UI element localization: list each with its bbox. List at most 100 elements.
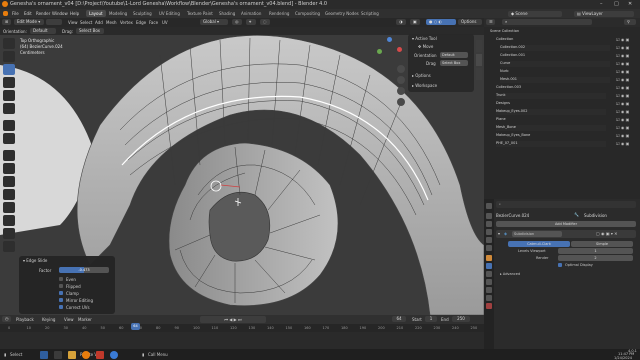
outliner-visibility-icons[interactable]: ☑ ◉ ▣: [616, 117, 629, 122]
sidebar-tab-view[interactable]: [476, 68, 482, 80]
viewport-menu-face[interactable]: Face: [149, 20, 158, 25]
catmull-clark-button[interactable]: Catmull-Clark: [508, 241, 570, 247]
tab-output-icon[interactable]: [486, 221, 492, 227]
taskbar-search-icon[interactable]: [54, 351, 62, 359]
outliner-item[interactable]: Collection.003: [496, 85, 606, 91]
optimal-display-checkbox[interactable]: [558, 263, 562, 267]
outliner-item[interactable]: Mesh_Bone: [496, 125, 606, 131]
tool-knife-icon[interactable]: [3, 202, 15, 213]
outliner-item[interactable]: Nurb: [500, 69, 610, 75]
tab-view-layer-icon[interactable]: [486, 229, 492, 235]
outliner-item[interactable]: PHE_07_001: [496, 141, 606, 147]
current-frame-field[interactable]: 64: [392, 316, 406, 322]
viewport-menu-vertex[interactable]: Vertex: [120, 20, 133, 25]
gizmo-x-axis-icon[interactable]: [397, 47, 402, 52]
tool-measure-icon[interactable]: [3, 133, 15, 144]
flipped-checkbox[interactable]: [59, 284, 63, 288]
workspace-tab-rendering[interactable]: Rendering: [266, 10, 292, 17]
render-levels-field[interactable]: 2: [558, 255, 633, 261]
outliner-visibility-icons[interactable]: ☑ ◉ ▣: [616, 69, 629, 74]
zoom-icon[interactable]: [397, 65, 405, 73]
outliner-visibility-icons[interactable]: ☑ ◉ ▣: [616, 61, 629, 66]
timeline-menu-view[interactable]: View: [64, 317, 74, 322]
shading-solid-icon[interactable]: ● ○ ◐: [426, 19, 456, 25]
viewport-menu-view[interactable]: View: [68, 20, 78, 25]
workspace-tab-scripting[interactable]: Scripting: [358, 10, 382, 17]
outliner-item[interactable]: Makeup_Eyes.002: [496, 109, 606, 115]
tool-spin-icon[interactable]: [3, 228, 15, 239]
tool-poly-build-icon[interactable]: [3, 215, 15, 226]
outliner-item[interactable]: Collection.002: [500, 45, 610, 51]
workspace-tab-sculpting[interactable]: Sculpting: [130, 10, 155, 17]
tab-particles-icon[interactable]: [486, 271, 492, 277]
viewport-menu-add[interactable]: Add: [95, 20, 103, 25]
transform-orientation[interactable]: Global ▾: [200, 19, 228, 25]
outliner-item[interactable]: Mesh.001: [500, 77, 610, 83]
tab-object-icon[interactable]: [486, 255, 492, 261]
outliner-filter-icon[interactable]: ⚲: [624, 19, 636, 25]
outliner-search-input[interactable]: ⌕: [502, 19, 592, 25]
modifier-header[interactable]: ▾ ◈ Subdivision ▢ ◉ ▣ ▾ ✕: [496, 230, 636, 238]
sidebar-tab-tool[interactable]: [476, 54, 482, 66]
playback-controls[interactable]: ⏮ ◀ ▶ ⏭: [200, 316, 266, 323]
tool-annotate-icon[interactable]: [3, 120, 15, 131]
camera-view-icon[interactable]: [397, 87, 405, 95]
workspace-tab-layout[interactable]: Layout: [86, 10, 106, 17]
proportional-edit-icon[interactable]: ◌: [260, 19, 270, 25]
scene-selector[interactable]: ◆ Scene: [508, 10, 562, 17]
viewport-menu-uv[interactable]: UV: [162, 20, 168, 25]
advanced-section[interactable]: ▸ Advanced: [500, 272, 520, 276]
np-options-header[interactable]: ▸ Options: [412, 73, 431, 78]
outliner-visibility-icons[interactable]: ☑ ◉ ▣: [616, 85, 629, 90]
outliner-item[interactable]: Collection.001: [500, 53, 610, 59]
outliner-item[interactable]: Makeup_Eyes_Bone: [496, 133, 606, 139]
timeline-menu-playback[interactable]: Playback: [16, 317, 34, 322]
blender-taskbar-icon[interactable]: [82, 351, 90, 359]
tool-bevel-icon[interactable]: [3, 176, 15, 187]
outliner-visibility-icons[interactable]: ☑ ◉ ▣: [616, 53, 629, 58]
pivot-icon[interactable]: ◎: [232, 19, 242, 25]
windows-start-icon[interactable]: [40, 351, 48, 359]
end-frame-field[interactable]: 250: [452, 316, 470, 322]
workspace-tab-shading[interactable]: Shading: [216, 10, 238, 17]
correct-uvs-checkbox[interactable]: [59, 305, 63, 309]
levels-viewport-field[interactable]: 1: [558, 248, 633, 254]
timeline-menu-marker[interactable]: Marker: [78, 317, 92, 322]
browser-taskbar-icon[interactable]: [110, 351, 118, 359]
mirror-editing-checkbox[interactable]: [59, 298, 63, 302]
timeline-ruler[interactable]: [0, 324, 484, 332]
outliner-visibility-icons[interactable]: ☑ ◉ ▣: [616, 77, 629, 82]
workspace-tab-modeling[interactable]: Modeling: [106, 10, 130, 17]
gizmo-z-axis-icon[interactable]: [387, 37, 392, 42]
workspace-tab-animation[interactable]: Animation: [238, 10, 264, 17]
move-tool-item[interactable]: ✥ Move: [418, 44, 433, 49]
edge-slide-title[interactable]: ▾ Edge Slide: [23, 258, 47, 263]
tool-inset-icon[interactable]: [3, 163, 15, 174]
workspace-tab-texture-paint[interactable]: Texture Paint: [184, 10, 216, 17]
tab-physics-icon[interactable]: [486, 279, 492, 285]
tab-world-icon[interactable]: [486, 245, 492, 251]
orientation-dropdown[interactable]: Default: [30, 28, 56, 34]
minimize-icon[interactable]: –: [600, 1, 603, 7]
outliner-item[interactable]: Designs: [496, 101, 606, 107]
close-icon[interactable]: ✕: [628, 1, 632, 7]
outliner-visibility-icons[interactable]: ☑ ◉ ▣: [616, 133, 629, 138]
modifier-name-field[interactable]: Subdivision: [512, 231, 562, 237]
workspace-tab-uv-editing[interactable]: UV Editing: [156, 10, 183, 17]
menu-edit[interactable]: Edit: [24, 11, 32, 16]
menu-window[interactable]: Window: [52, 11, 68, 16]
perspective-toggle-icon[interactable]: [397, 98, 405, 106]
tool-move-icon[interactable]: [3, 64, 15, 75]
sidebar-tab-item[interactable]: [476, 40, 482, 52]
tab-data-icon[interactable]: [486, 295, 492, 301]
clamp-checkbox[interactable]: [59, 291, 63, 295]
editor-type-icon[interactable]: ⊞: [2, 19, 11, 25]
timeline-editor-icon[interactable]: ◷: [2, 316, 11, 322]
outliner-visibility-icons[interactable]: ☑ ◉ ▣: [616, 37, 629, 42]
tab-render-icon[interactable]: [486, 213, 492, 219]
sidebar-tabs[interactable]: [476, 40, 482, 80]
workspace-tab-compositing[interactable]: Compositing: [292, 10, 323, 17]
modifier-expand-icon[interactable]: ▾: [498, 231, 500, 236]
tool-rotate-icon[interactable]: [3, 77, 15, 88]
tab-scene-icon[interactable]: [486, 237, 492, 243]
